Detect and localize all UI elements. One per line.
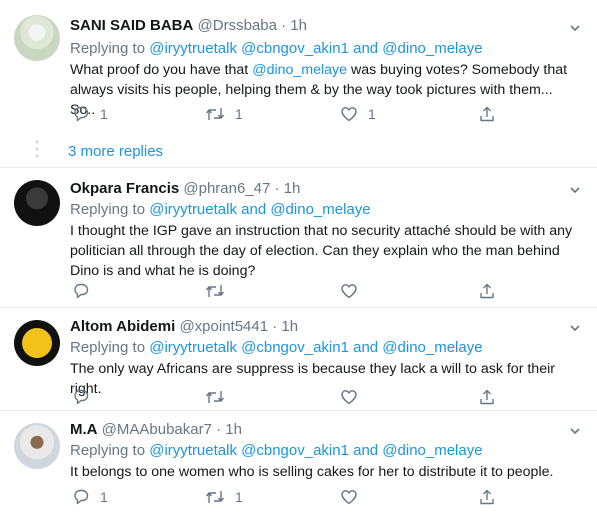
chevron-down-icon[interactable] bbox=[569, 322, 581, 334]
share-icon bbox=[480, 283, 494, 299]
tweet-actions: 1 1 1 bbox=[70, 105, 510, 125]
text-line: What proof do you have that @dino_melaye… bbox=[70, 62, 568, 78]
timestamp[interactable]: 1h bbox=[281, 318, 298, 335]
dot-separator: · bbox=[281, 17, 287, 34]
author-handle[interactable]: @MAAbubakar7 bbox=[102, 421, 212, 438]
replying-mentions[interactable]: @iryytruetalk @cbngov_akin1 and @dino_me… bbox=[149, 339, 482, 356]
retweet-icon bbox=[205, 491, 225, 503]
divider bbox=[0, 167, 597, 168]
divider bbox=[0, 307, 597, 308]
author-handle[interactable]: @Drssbaba bbox=[198, 17, 277, 34]
share-icon bbox=[480, 389, 494, 405]
reply-icon bbox=[74, 489, 89, 505]
retweet-button[interactable] bbox=[205, 282, 225, 300]
retweet-count: 1 bbox=[235, 106, 243, 122]
timestamp[interactable]: 1h bbox=[284, 180, 301, 197]
text-line: I thought the IGP gave an instruction th… bbox=[70, 223, 573, 239]
share-icon bbox=[480, 489, 494, 505]
tweet-header: Altom Abidemi @xpoint5441 · 1h bbox=[70, 318, 298, 335]
share-button[interactable] bbox=[478, 282, 496, 300]
author-name[interactable]: Altom Abidemi bbox=[70, 318, 175, 335]
timestamp[interactable]: 1h bbox=[290, 17, 307, 34]
divider bbox=[0, 410, 597, 411]
retweet-icon bbox=[205, 108, 225, 120]
replying-mentions[interactable]: @iryytruetalk @cbngov_akin1 and @dino_me… bbox=[149, 40, 482, 57]
retweet-button[interactable] bbox=[205, 388, 225, 406]
replying-mentions[interactable]: @iryytruetalk @cbngov_akin1 and @dino_me… bbox=[149, 442, 482, 459]
like-icon bbox=[341, 107, 357, 122]
like-icon bbox=[341, 390, 357, 405]
author-name[interactable]: Okpara Francis bbox=[70, 180, 179, 197]
chevron-down-icon[interactable] bbox=[569, 22, 581, 34]
tweet-text: I thought the IGP gave an instruction th… bbox=[70, 221, 580, 281]
retweet-icon bbox=[205, 391, 225, 403]
dot-separator: · bbox=[272, 318, 278, 335]
reply-button[interactable]: 1 bbox=[72, 488, 108, 506]
tweet-header: M.A @MAAbubakar7 · 1h bbox=[70, 421, 242, 438]
more-replies-link[interactable]: 3 more replies bbox=[68, 143, 163, 160]
author-name[interactable]: SANI SAID BABA bbox=[70, 17, 193, 34]
replying-prefix: Replying to bbox=[70, 339, 150, 356]
like-button[interactable] bbox=[340, 282, 358, 300]
avatar[interactable] bbox=[14, 15, 60, 61]
dot-separator: · bbox=[274, 180, 280, 197]
chevron-down-icon[interactable] bbox=[569, 425, 581, 437]
chevron-down-icon[interactable] bbox=[569, 184, 581, 196]
tweet-actions bbox=[70, 282, 510, 302]
mention-link[interactable]: @dino_melaye bbox=[252, 62, 347, 78]
text-line: It belongs to one women who is selling c… bbox=[70, 464, 554, 480]
replying-prefix: Replying to bbox=[70, 40, 150, 57]
tweet-header: SANI SAID BABA @Drssbaba · 1h bbox=[70, 17, 307, 34]
text-line: Dino is and what he is doing? bbox=[70, 263, 256, 279]
replying-prefix: Replying to bbox=[70, 442, 150, 459]
author-handle[interactable]: @xpoint5441 bbox=[179, 318, 268, 335]
tweet-text: It belongs to one women who is selling c… bbox=[70, 462, 580, 482]
retweet-button[interactable]: 1 bbox=[205, 105, 243, 123]
like-count: 1 bbox=[368, 106, 376, 122]
reply-count: 1 bbox=[100, 106, 108, 122]
reply-icon bbox=[74, 106, 89, 122]
retweet-count: 1 bbox=[235, 489, 243, 505]
share-button[interactable] bbox=[478, 488, 496, 506]
like-button[interactable]: 1 bbox=[340, 105, 376, 123]
tweet-actions bbox=[70, 388, 510, 408]
replying-mentions[interactable]: @iryytruetalk and @dino_melaye bbox=[149, 201, 370, 218]
dot-separator: · bbox=[216, 421, 222, 438]
share-icon bbox=[480, 106, 494, 122]
tweet-actions: 1 1 bbox=[70, 488, 510, 508]
like-icon bbox=[341, 490, 357, 505]
reply-button[interactable]: 1 bbox=[72, 105, 108, 123]
like-button[interactable] bbox=[340, 388, 358, 406]
tweet-header: Okpara Francis @phran6_47 · 1h bbox=[70, 180, 300, 197]
timestamp[interactable]: 1h bbox=[225, 421, 242, 438]
reply-icon bbox=[74, 283, 89, 299]
reply-button[interactable] bbox=[72, 282, 90, 300]
author-handle[interactable]: @phran6_47 bbox=[183, 180, 270, 197]
like-button[interactable] bbox=[340, 488, 358, 506]
replying-to: Replying to @iryytruetalk @cbngov_akin1 … bbox=[70, 442, 483, 459]
avatar[interactable] bbox=[14, 423, 60, 469]
share-button[interactable] bbox=[478, 105, 496, 123]
text-line: politician all through the day of electi… bbox=[70, 243, 560, 259]
reply-button[interactable] bbox=[72, 388, 90, 406]
avatar[interactable] bbox=[14, 320, 60, 366]
like-icon bbox=[341, 284, 357, 299]
avatar[interactable] bbox=[14, 180, 60, 226]
thread-dots bbox=[35, 140, 39, 158]
replying-to: Replying to @iryytruetalk @cbngov_akin1 … bbox=[70, 339, 483, 356]
replying-prefix: Replying to bbox=[70, 201, 150, 218]
retweet-icon bbox=[205, 285, 225, 297]
reply-count: 1 bbox=[100, 489, 108, 505]
replying-to: Replying to @iryytruetalk and @dino_mela… bbox=[70, 201, 371, 218]
author-name[interactable]: M.A bbox=[70, 421, 98, 438]
retweet-button[interactable]: 1 bbox=[205, 488, 243, 506]
share-button[interactable] bbox=[478, 388, 496, 406]
reply-icon bbox=[74, 389, 89, 405]
replying-to: Replying to @iryytruetalk @cbngov_akin1 … bbox=[70, 40, 483, 57]
